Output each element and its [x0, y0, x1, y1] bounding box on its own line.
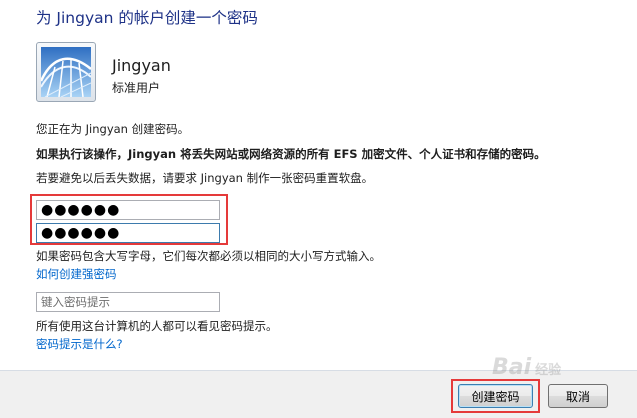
- reset-disk-advice: 若要避免以后丢失数据，请要求 Jingyan 制作一张密码重置软盘。: [36, 171, 374, 185]
- create-password-button[interactable]: 创建密码: [458, 384, 533, 408]
- strong-password-link[interactable]: 如何创建强密码: [36, 266, 117, 282]
- info-creating-password: 您正在为 Jingyan 创建密码。: [36, 122, 190, 136]
- page-title: 为 Jingyan 的帐户创建一个密码: [36, 9, 258, 27]
- user-role: 标准用户: [112, 81, 161, 95]
- new-password-field[interactable]: [36, 200, 220, 220]
- user-name: Jingyan: [112, 56, 171, 75]
- password-hint-input[interactable]: [36, 292, 220, 312]
- watermark-sub: 经验: [535, 363, 562, 378]
- warning-text: 如果执行该操作，Jingyan 将丢失网站或网络资源的所有 EFS 加密文件、个…: [36, 147, 546, 161]
- hint-visibility-note: 所有使用这台计算机的人都可以看见密码提示。: [36, 319, 278, 333]
- confirm-password-field[interactable]: [36, 223, 220, 243]
- watermark-text: Bai: [492, 355, 532, 380]
- roller-coaster-picture-icon: [41, 47, 91, 97]
- case-sensitivity-note: 如果密码包含大写字母，它们每次都必须以相同的大小写方式输入。: [36, 249, 381, 263]
- user-avatar: [36, 42, 96, 102]
- watermark: Bai 经验: [492, 355, 561, 380]
- cancel-button[interactable]: 取消: [548, 384, 608, 408]
- hint-help-link[interactable]: 密码提示是什么?: [36, 336, 123, 352]
